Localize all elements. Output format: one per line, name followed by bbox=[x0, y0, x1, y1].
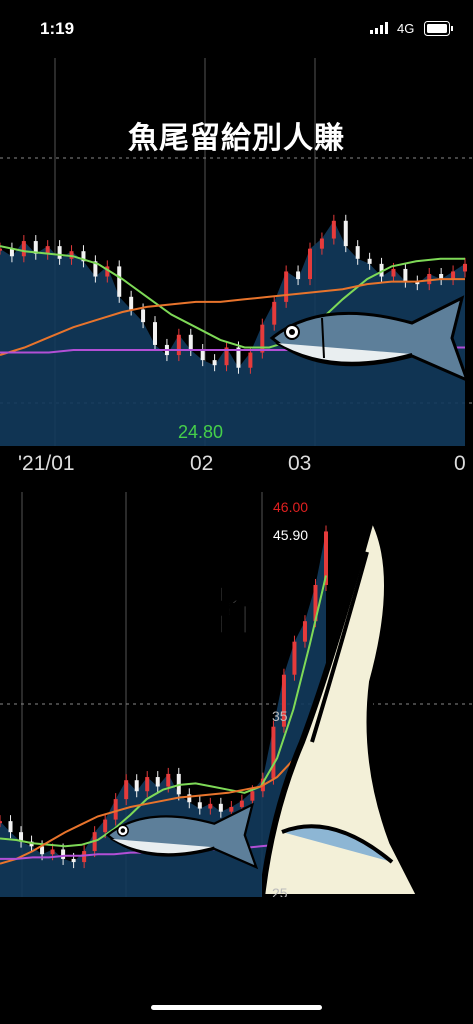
candle-body bbox=[427, 274, 432, 285]
x-tick-label: '21/01 bbox=[18, 452, 75, 475]
candle-body bbox=[296, 271, 301, 280]
candle-body bbox=[57, 246, 62, 259]
fish-icon bbox=[105, 802, 259, 870]
y-tick-label: 35 bbox=[272, 708, 288, 724]
high-price-label: 46.00 bbox=[273, 499, 309, 515]
candle-body bbox=[0, 248, 2, 251]
candle-body bbox=[141, 309, 146, 323]
candle-body bbox=[403, 268, 408, 282]
home-indicator[interactable] bbox=[151, 1005, 322, 1010]
network-type: 4G bbox=[397, 21, 415, 36]
candle-body bbox=[155, 777, 160, 787]
chart-title: 魚尾留給別人賺 bbox=[128, 122, 345, 155]
signal-icon bbox=[370, 22, 388, 34]
x-tick-label: 02 bbox=[190, 452, 214, 475]
candle-body bbox=[188, 334, 193, 350]
candle-body bbox=[248, 352, 253, 368]
candle-body bbox=[343, 220, 348, 247]
clock-time: 1:19 bbox=[40, 19, 75, 38]
candle-body bbox=[145, 777, 150, 792]
candle-body bbox=[0, 821, 2, 824]
x-tick-label: 03 bbox=[288, 452, 312, 475]
chart-panel-bottom: 幹 46.00 45.90 35 25 bbox=[0, 492, 473, 897]
candle-body bbox=[391, 268, 396, 277]
candle-body bbox=[451, 271, 456, 280]
candle-body bbox=[117, 266, 122, 297]
candle-body bbox=[166, 773, 171, 787]
candle-body bbox=[355, 246, 360, 259]
candle-body bbox=[8, 821, 13, 833]
caption-text: 幹 bbox=[207, 583, 261, 643]
fish-icon bbox=[269, 295, 470, 383]
x-tick-label: 0 bbox=[454, 452, 466, 475]
candle-body bbox=[212, 360, 217, 366]
candle-body bbox=[200, 350, 205, 361]
candle-body bbox=[71, 858, 76, 863]
last-price-label: 45.90 bbox=[273, 527, 309, 543]
candle-body bbox=[50, 849, 55, 855]
fish-tail-icon bbox=[262, 512, 420, 897]
candle-body bbox=[331, 220, 336, 239]
chart-panel-top: 魚尾留給別人賺 24.80 bbox=[0, 58, 473, 446]
status-bar: 1:19 4G bbox=[0, 0, 473, 58]
candle-body bbox=[463, 263, 467, 272]
candle-body bbox=[61, 849, 66, 859]
candle-body bbox=[367, 258, 372, 264]
candle-body bbox=[176, 334, 181, 356]
battery-icon bbox=[424, 21, 453, 36]
candle-body bbox=[21, 241, 26, 257]
candle-body bbox=[134, 780, 139, 792]
y-tick-label: 25 bbox=[272, 885, 288, 897]
low-price-label: 24.80 bbox=[178, 422, 224, 442]
candle-body bbox=[308, 248, 312, 280]
candle-body bbox=[319, 238, 324, 249]
candle-body bbox=[129, 296, 134, 310]
candle-body bbox=[153, 322, 157, 345]
